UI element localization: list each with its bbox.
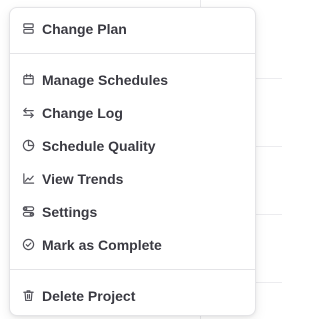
- check-circle-icon: [22, 238, 35, 251]
- background-row-divider: [256, 282, 282, 283]
- arrows-swap-icon: [22, 106, 35, 119]
- menu-item-label: View Trends: [42, 171, 124, 187]
- menu-item-label: Schedule Quality: [42, 138, 156, 154]
- menu-item-label: Change Plan: [42, 21, 127, 37]
- menu-item-settings[interactable]: Settings: [10, 197, 255, 227]
- pie-chart-icon: [22, 139, 35, 152]
- menu-item-schedule-quality[interactable]: Schedule Quality: [10, 131, 255, 161]
- menu-item-mark-as-complete[interactable]: Mark as Complete: [10, 230, 255, 260]
- menu-item-label: Delete Project: [42, 288, 136, 304]
- project-actions-menu: Change Plan Manage Schedules Change Log …: [9, 7, 256, 316]
- trash-icon: [22, 289, 35, 302]
- menu-item-change-plan[interactable]: Change Plan: [10, 14, 255, 44]
- background-row-divider: [256, 214, 282, 215]
- background-row-divider: [256, 146, 282, 147]
- menu-item-label: Manage Schedules: [42, 72, 169, 88]
- menu-item-change-log[interactable]: Change Log: [10, 98, 255, 128]
- menu-item-label: Settings: [42, 204, 98, 220]
- line-chart-icon: [22, 172, 35, 185]
- menu-separator: [10, 53, 255, 54]
- toggles-icon: [22, 205, 35, 218]
- menu-separator: [10, 269, 255, 270]
- menu-item-delete-project[interactable]: Delete Project: [10, 281, 255, 311]
- menu-item-manage-schedules[interactable]: Manage Schedules: [10, 65, 255, 95]
- rows-icon: [22, 22, 35, 35]
- menu-item-label: Change Log: [42, 105, 123, 121]
- calendar-icon: [22, 73, 35, 86]
- menu-item-view-trends[interactable]: View Trends: [10, 164, 255, 194]
- background-row-divider: [256, 78, 282, 79]
- menu-item-label: Mark as Complete: [42, 237, 162, 253]
- page: Change Plan Manage Schedules Change Log …: [0, 0, 282, 319]
